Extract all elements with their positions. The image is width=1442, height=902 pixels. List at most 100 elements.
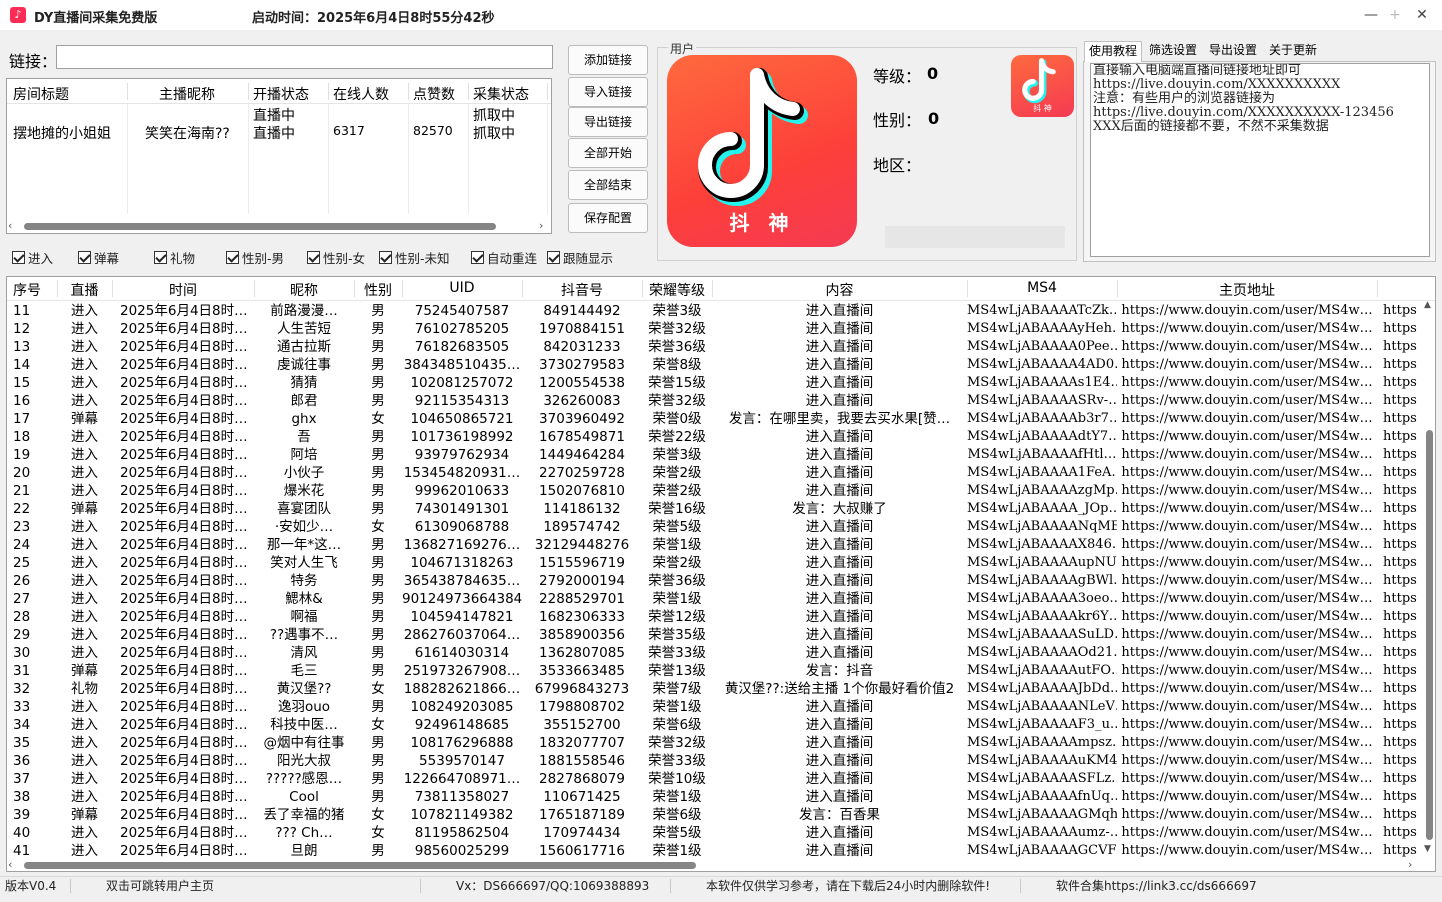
table-row[interactable]: 37 进入 2025年6月4日8时… ?????感恩… 男 122664708971… 28… <box>7 770 1435 788</box>
scroll-right-icon[interactable]: › <box>539 219 543 232</box>
table-row[interactable]: 11 进入 2025年6月4日8时… 前路漫漫… 男 75245407587 8491444… <box>7 302 1435 320</box>
help-textarea[interactable]: 直接输入电脑端直播间链接地址即可 https://live.douyin.com… <box>1090 63 1430 257</box>
table-row[interactable]: 30 进入 2025年6月4日8时… 清风 男 61614030314 1362807085… <box>7 644 1435 662</box>
import-link-button[interactable]: 导入链接 <box>568 77 648 107</box>
table-row[interactable]: 20 进入 2025年6月4日8时… 小伙子 男 153454820931… 2270259… <box>7 464 1435 482</box>
table-row[interactable]: 23 进入 2025年6月4日8时… ·安如少… 女 61309068788 1895747… <box>7 518 1435 536</box>
cell-content: 进入直播间 <box>805 717 874 733</box>
start-all-button[interactable]: 全部开始 <box>568 138 648 168</box>
checkbox-danmaku[interactable]: 弹幕 <box>78 248 119 267</box>
table-row[interactable]: 21 进入 2025年6月4日8时… 爆米花 男 99962010633 150207681… <box>7 482 1435 500</box>
table-row[interactable]: 16 进入 2025年6月4日8时… 郎君 男 92115354313 326260083 荣… <box>7 392 1435 410</box>
link-input[interactable] <box>56 45 553 69</box>
checkbox-checked-icon[interactable] <box>154 251 167 264</box>
table-row[interactable]: 40 进入 2025年6月4日8时… ??? Ch… 女 81195862504 17097… <box>7 824 1435 842</box>
link-label: 链接： <box>9 52 58 71</box>
checkbox-checked-icon[interactable] <box>12 251 25 264</box>
cell-nickname: 吾 <box>297 429 311 445</box>
table-row[interactable]: 18 进入 2025年6月4日8时… 吾 男 101736198992 1678549871… <box>7 428 1435 446</box>
scroll-left-icon[interactable]: ‹ <box>8 219 12 232</box>
minimize-button[interactable]: — <box>1361 6 1381 24</box>
col-douyin-id[interactable]: 抖音号 <box>522 280 642 300</box>
room-list[interactable]: 房间标题 主播昵称 开播状态 在线人数 点赞数 采集状态 直播中 抓取中 摆地摊… <box>6 78 552 234</box>
checkbox-auto-reconnect[interactable]: 自动重连 <box>471 248 537 267</box>
table-row[interactable]: 36 进入 2025年6月4日8时… 阳光大叔 男 5539570147 188155854… <box>7 752 1435 770</box>
table-row[interactable]: 24 进入 2025年6月4日8时… 那一年*这… 男 136827169276… 3212… <box>7 536 1435 554</box>
save-config-button[interactable]: 保存配置 <box>568 203 648 233</box>
col-honor-level[interactable]: 荣耀等级 <box>642 280 712 300</box>
table-row[interactable]: 31 弹幕 2025年6月4日8时… 毛三 男 251973267908… 35336634… <box>7 662 1435 680</box>
event-table-vscroll[interactable]: ▲ ▼ <box>1422 300 1436 858</box>
scroll-up-icon[interactable]: ▲ <box>1424 300 1431 310</box>
col-like-count[interactable]: 点赞数 <box>413 84 455 104</box>
col-host-name[interactable]: 主播昵称 <box>159 84 215 104</box>
scroll-left-icon[interactable]: ‹ <box>8 858 12 871</box>
checkbox-gender-male[interactable]: 性别-男 <box>226 248 284 267</box>
cell-homepage: https://www.douyin.com/user/MS4w… <box>1121 645 1373 660</box>
tab-filter-settings[interactable]: 筛选设置 <box>1145 41 1201 62</box>
table-row[interactable]: 39 弹幕 2025年6月4日8时… 丢了幸福的猪 女 107821149382 17651… <box>7 806 1435 824</box>
checkbox-gender-unknown[interactable]: 性别-未知 <box>379 248 450 267</box>
event-table-hscroll[interactable]: ‹ › <box>6 858 1422 872</box>
table-row[interactable]: 15 进入 2025年6月4日8时… 猜猜 男 102081257072 120055453… <box>7 374 1435 392</box>
col-seq[interactable]: 序号 <box>7 280 57 300</box>
col-time[interactable]: 时间 <box>112 280 254 300</box>
col-live[interactable]: 直播 <box>57 280 112 300</box>
col-homepage[interactable]: 主页地址 <box>1117 280 1377 300</box>
checkbox-checked-icon[interactable] <box>471 251 484 264</box>
checkbox-checked-icon[interactable] <box>307 251 320 264</box>
table-row[interactable]: 19 进入 2025年6月4日8时… 阿培 男 93979762934 1449464284… <box>7 446 1435 464</box>
table-row[interactable]: 28 进入 2025年6月4日8时… 啊福 男 104594147821 168230633… <box>7 608 1435 626</box>
small-tiktok-logo: 抖 神 <box>1011 55 1074 117</box>
add-link-button[interactable]: 添加链接 <box>568 45 648 75</box>
col-online-count[interactable]: 在线人数 <box>333 84 389 104</box>
checkbox-checked-icon[interactable] <box>379 251 392 264</box>
cell-honor-level: 荣誉2级 <box>652 483 702 499</box>
maximize-button[interactable]: + <box>1385 6 1405 24</box>
table-row[interactable]: 25 进入 2025年6月4日8时… 笑对人生飞 男 104671318263 151559… <box>7 554 1435 572</box>
col-collect-status[interactable]: 采集状态 <box>473 84 529 104</box>
table-row[interactable]: 35 进入 2025年6月4日8时… @烟中有往事 男 108176296888 18320… <box>7 734 1435 752</box>
table-row[interactable]: 29 进入 2025年6月4日8时… ??遇事不… 男 286276037064… 3858… <box>7 626 1435 644</box>
checkbox-enter[interactable]: 进入 <box>12 248 53 267</box>
table-row[interactable]: 26 进入 2025年6月4日8时… 特务 男 365438784635… 27920001… <box>7 572 1435 590</box>
close-button[interactable]: ✕ <box>1412 6 1432 24</box>
scroll-thumb[interactable] <box>24 862 696 869</box>
table-row[interactable]: 14 进入 2025年6月4日8时… 虔诚往事 男 384348510435… 373027… <box>7 356 1435 374</box>
table-row[interactable]: 27 进入 2025年6月4日8时… 鰓林& 男 901249736643847 22885… <box>7 590 1435 608</box>
event-table[interactable]: 序号 直播 时间 昵称 性别 UID 抖音号 荣耀等级 内容 MS4 主页地址 11 进入 2025年6… <box>6 276 1436 872</box>
table-row[interactable]: 17 弹幕 2025年6月4日8时… ghx 女 104650865721 37039604… <box>7 410 1435 428</box>
checkbox-follow-display[interactable]: 跟随显示 <box>547 248 613 267</box>
checkbox-gender-female[interactable]: 性别-女 <box>307 248 365 267</box>
table-row[interactable]: 32 礼物 2025年6月4日8时… 黄汉堡?? 女 188282621866… 67996… <box>7 680 1435 698</box>
tab-export-settings[interactable]: 导出设置 <box>1205 41 1261 62</box>
status-collection-link[interactable]: 软件合集https://link3.cc/ds666697 <box>1056 877 1257 894</box>
table-row[interactable]: 12 进入 2025年6月4日8时… 人生苦短 男 76102785205 19708841… <box>7 320 1435 338</box>
cell-live: 进入 <box>71 771 98 787</box>
export-link-button[interactable]: 导出链接 <box>568 107 648 137</box>
table-row[interactable]: 13 进入 2025年6月4日8时… 通古拉斯 男 76182683505 84203123… <box>7 338 1435 356</box>
checkbox-gift[interactable]: 礼物 <box>154 248 195 267</box>
checkbox-checked-icon[interactable] <box>547 251 560 264</box>
checkbox-checked-icon[interactable] <box>78 251 91 264</box>
checkbox-checked-icon[interactable] <box>226 251 239 264</box>
table-row[interactable]: 22 弹幕 2025年6月4日8时… 喜宴团队 男 74301491301 11418613… <box>7 500 1435 518</box>
tab-tutorial[interactable]: 使用教程 <box>1084 41 1143 62</box>
room-list-hscroll[interactable]: ‹ › <box>6 219 552 233</box>
col-content[interactable]: 内容 <box>712 280 967 300</box>
table-row[interactable]: 34 进入 2025年6月4日8时… 科技中医… 女 92496148685 3551527… <box>7 716 1435 734</box>
tab-about-update[interactable]: 关于更新 <box>1265 41 1321 62</box>
col-uid[interactable]: UID <box>402 280 522 296</box>
table-row[interactable]: 33 进入 2025年6月4日8时… 逸羽ouo 男 108249203085 179880… <box>7 698 1435 716</box>
scroll-right-icon[interactable]: › <box>1408 858 1412 871</box>
scroll-down-icon[interactable]: ▼ <box>1424 844 1431 854</box>
col-gender[interactable]: 性别 <box>354 280 402 300</box>
col-ms4[interactable]: MS4 <box>967 280 1117 296</box>
scroll-thumb[interactable] <box>24 223 496 230</box>
col-nickname[interactable]: 昵称 <box>254 280 354 300</box>
col-live-status[interactable]: 开播状态 <box>253 84 309 104</box>
col-room-title[interactable]: 房间标题 <box>13 84 69 104</box>
scroll-thumb[interactable] <box>1426 430 1433 840</box>
stop-all-button[interactable]: 全部结束 <box>568 170 648 200</box>
table-row[interactable]: 38 进入 2025年6月4日8时… Cool 男 73811358027 11067142… <box>7 788 1435 806</box>
